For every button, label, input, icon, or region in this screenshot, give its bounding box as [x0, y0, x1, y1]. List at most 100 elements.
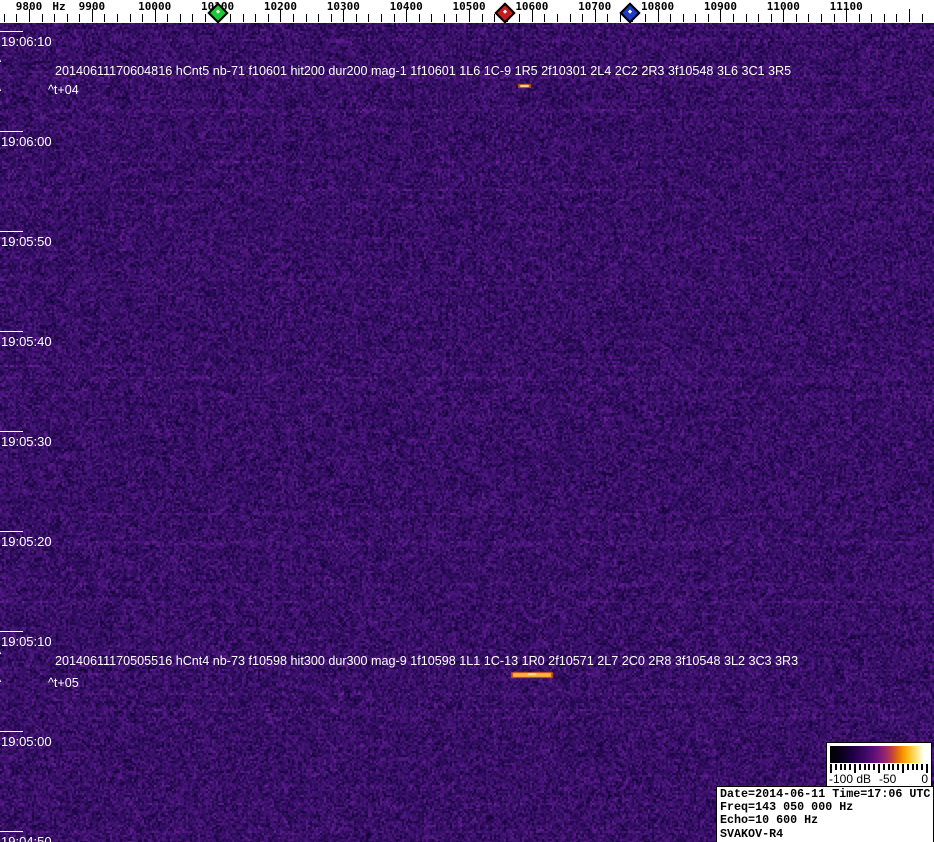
frequency-tick: [582, 14, 584, 22]
frequency-tick: [142, 14, 144, 22]
frequency-tick: [205, 14, 206, 22]
frequency-tick-label: 10500: [452, 0, 486, 13]
time-label: 19:05:20: [1, 534, 52, 549]
frequency-tick-label: 9800: [15, 0, 43, 13]
frequency-tick: [104, 14, 106, 22]
frequency-tick: [381, 14, 383, 22]
frequency-tick: [305, 14, 307, 22]
color-scale-tick: [892, 764, 895, 770]
frequency-tick: [921, 14, 923, 22]
time-tick: [0, 331, 23, 332]
color-scale-tick: [887, 764, 890, 770]
marker-diamond-blue[interactable]: [619, 2, 641, 24]
frequency-tick: [418, 14, 420, 22]
frequency-tick: [242, 14, 244, 22]
time-label: 19:05:10: [1, 634, 52, 649]
frequency-tick: [682, 14, 684, 22]
frequency-tick: [557, 14, 559, 22]
frequency-tick: [443, 14, 445, 22]
info-station: SVAKOV-R4: [720, 826, 784, 841]
frequency-tick: [569, 14, 571, 22]
frequency-tick: [16, 14, 18, 22]
frequency-tick: [117, 14, 118, 22]
frequency-tick: [167, 14, 169, 22]
frequency-tick: [41, 14, 43, 22]
color-scale-tick: [834, 764, 837, 770]
time-label: 19:04:50: [1, 834, 52, 842]
color-scale-tick: [902, 764, 904, 773]
info-echo: Echo=10 600 Hz: [720, 813, 819, 828]
frequency-unit-label: Hz: [52, 0, 66, 13]
frequency-tick: [795, 14, 797, 22]
frequency-tick: [707, 14, 709, 22]
frequency-tick: [670, 14, 672, 22]
frequency-tick: [833, 14, 835, 22]
time-label: 19:05:40: [1, 334, 52, 349]
detection-time-tag: ^t+04: [48, 83, 79, 97]
color-scale-tick: [911, 764, 914, 770]
time-tick: [0, 531, 23, 532]
time-tick: [0, 431, 23, 432]
time-label: 19:05:00: [1, 734, 52, 749]
color-scale-tick: [882, 764, 885, 770]
frequency-tick: [66, 14, 68, 22]
frequency-tick-label: 10800: [641, 0, 675, 13]
frequency-tick: [871, 14, 873, 22]
frequency-tick: [695, 14, 697, 22]
edge-caret-mark: ^: [0, 56, 1, 68]
frequency-tick: [293, 14, 294, 22]
frequency-tick: [494, 14, 496, 22]
time-tick: [0, 731, 23, 732]
frequency-tick: [179, 14, 181, 22]
frequency-tick-label: 9900: [78, 0, 106, 13]
frequency-tick: [318, 14, 320, 22]
color-scale-tick: [863, 764, 866, 770]
frequency-tick: [758, 14, 760, 22]
frequency-tick: [230, 14, 232, 22]
color-scale-tick: [873, 764, 876, 770]
frequency-tick-label: 10600: [515, 0, 549, 13]
frequency-tick-label: 10000: [138, 0, 172, 13]
frequency-tick: [456, 14, 458, 22]
time-tick: [0, 831, 23, 832]
frequency-tick: [745, 14, 747, 22]
db-color-scale: -100 dB -50 0: [826, 742, 932, 787]
frequency-tick: [733, 14, 735, 22]
frequency-tick: [330, 14, 332, 22]
frequency-tick: [192, 14, 194, 22]
frequency-tick: [808, 14, 810, 22]
detection-text-line: 20140611170604816 hCnt5 nb-71 f10601 hit…: [55, 64, 792, 78]
marker-center-dot: [215, 9, 221, 14]
frequency-tick: [355, 14, 357, 22]
color-scale-tick: [906, 764, 909, 770]
frequency-tick: [607, 14, 609, 22]
scale-label-mid: -50: [879, 772, 897, 786]
time-tick: [0, 231, 23, 232]
frequency-tick: [544, 14, 546, 22]
time-label: 19:05:30: [1, 434, 52, 449]
time-label: 19:06:10: [1, 34, 52, 49]
frequency-tick: [431, 14, 433, 22]
marker-diamond-red[interactable]: [494, 2, 516, 24]
edge-caret-mark: ^: [0, 676, 1, 688]
marker-center-dot: [502, 9, 508, 14]
color-gradient-bar: [830, 746, 928, 763]
frequency-tick-label: 10900: [703, 0, 738, 13]
edge-caret-mark: ^: [0, 85, 1, 97]
frequency-tick: [770, 14, 772, 22]
scale-label-max: 0: [921, 772, 928, 786]
frequency-tick-label: 10200: [263, 0, 297, 13]
frequency-tick: [883, 14, 885, 22]
frequency-tick-label: 11100: [829, 0, 863, 13]
frequency-tick-label: 10400: [389, 0, 423, 13]
color-scale-tick: [844, 764, 847, 770]
color-scale-tick: [839, 764, 842, 770]
frequency-tick: [255, 14, 257, 22]
time-label: 19:06:00: [1, 134, 52, 149]
time-tick: [0, 31, 23, 32]
frequency-tick: [909, 9, 911, 22]
time-label: 19:05:50: [1, 234, 52, 249]
detection-text-line: 20140611170505516 hCnt4 nb-73 f10598 hit…: [55, 654, 799, 668]
time-tick: [0, 131, 23, 132]
station-info-box: Date=2014-06-11 Time=17:06 UTC Freq=143 …: [716, 786, 934, 842]
